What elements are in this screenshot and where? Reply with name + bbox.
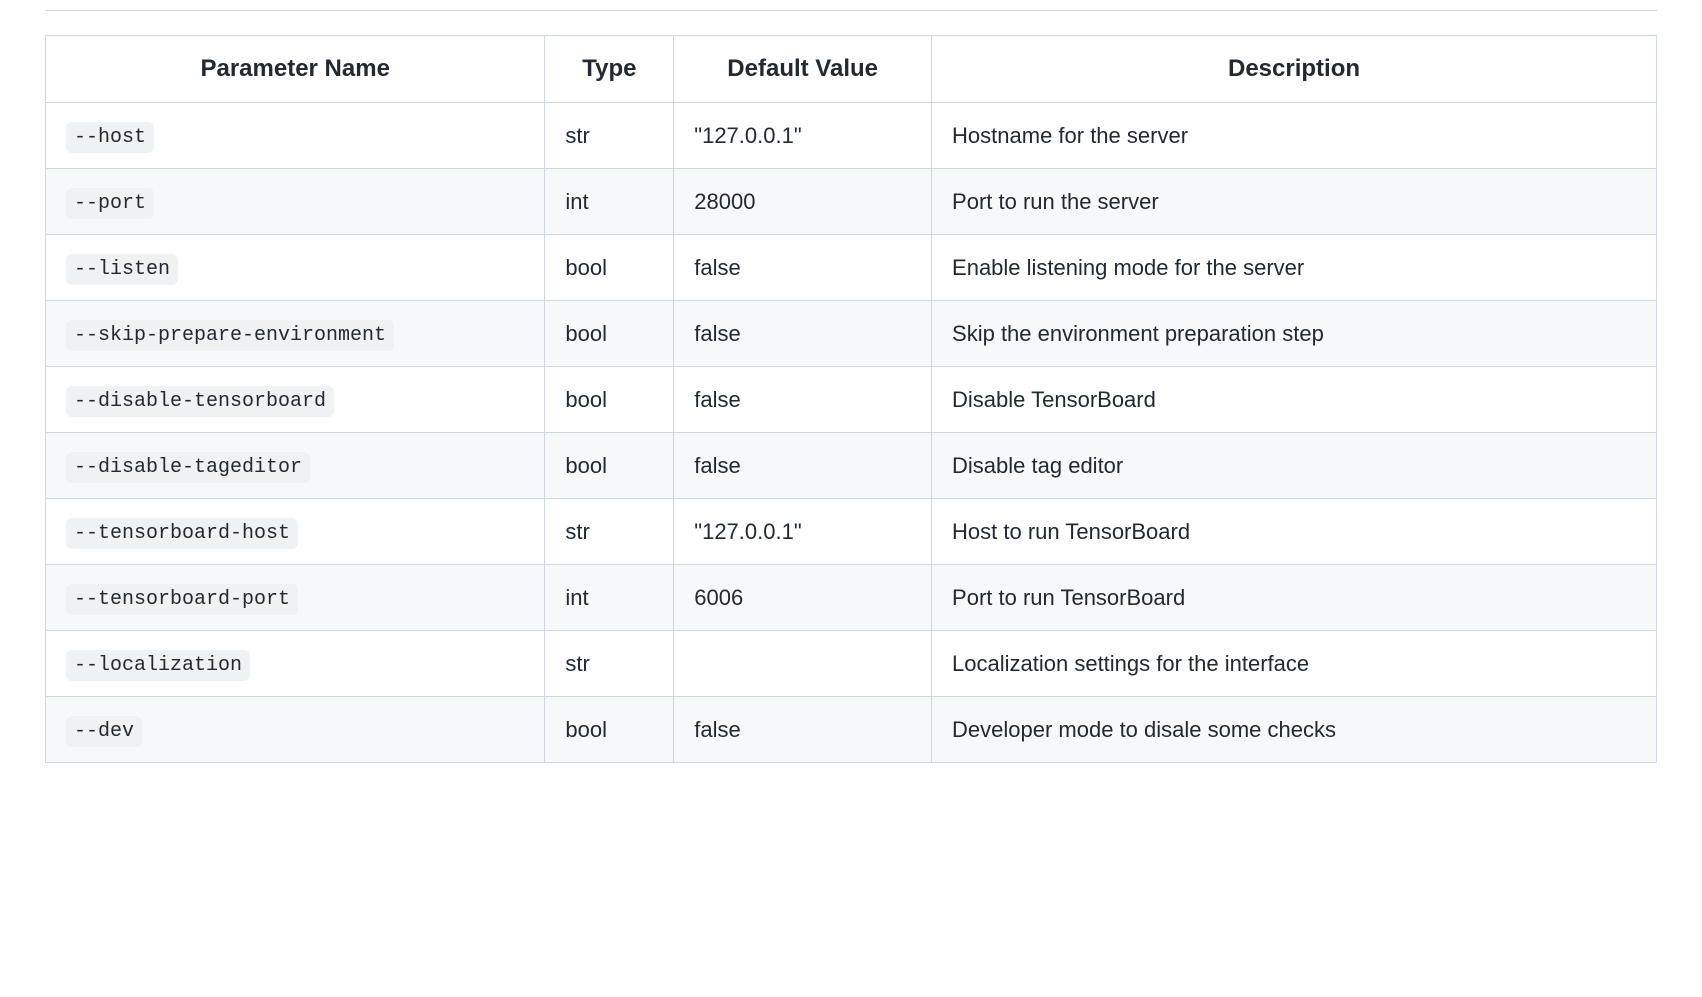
cell-description: Disable tag editor: [932, 433, 1657, 499]
cell-type: bool: [545, 235, 674, 301]
cell-default-value: false: [674, 433, 932, 499]
table-row: --port int28000Port to run the server: [46, 169, 1657, 235]
cell-parameter-name: --host: [46, 103, 545, 169]
cell-parameter-name: --skip-prepare-environment: [46, 301, 545, 367]
cell-type: bool: [545, 367, 674, 433]
cell-parameter-name: --port: [46, 169, 545, 235]
parameter-code: --listen: [66, 254, 178, 285]
parameter-code: --host: [66, 122, 154, 153]
cell-description: Localization settings for the interface: [932, 631, 1657, 697]
parameters-table: Parameter Name Type Default Value Descri…: [45, 35, 1657, 763]
cell-type: int: [545, 565, 674, 631]
cell-description: Skip the environment preparation step: [932, 301, 1657, 367]
table-row: --dev boolfalseDeveloper mode to disale s…: [46, 697, 1657, 763]
header-type: Type: [545, 36, 674, 103]
cell-parameter-name: --disable-tensorboard: [46, 367, 545, 433]
cell-type: int: [545, 169, 674, 235]
cell-default-value: 6006: [674, 565, 932, 631]
cell-default-value: false: [674, 235, 932, 301]
cell-parameter-name: --disable-tageditor: [46, 433, 545, 499]
header-parameter-name: Parameter Name: [46, 36, 545, 103]
table-row: --disable-tageditor boolfalseDisable tag …: [46, 433, 1657, 499]
horizontal-rule: [45, 10, 1657, 11]
header-default-value: Default Value: [674, 36, 932, 103]
parameter-code: --localization: [66, 650, 250, 681]
cell-type: str: [545, 631, 674, 697]
cell-description: Disable TensorBoard: [932, 367, 1657, 433]
cell-default-value: false: [674, 367, 932, 433]
cell-default-value: 28000: [674, 169, 932, 235]
cell-description: Enable listening mode for the server: [932, 235, 1657, 301]
cell-type: bool: [545, 301, 674, 367]
cell-default-value: false: [674, 697, 932, 763]
cell-default-value: false: [674, 301, 932, 367]
cell-type: str: [545, 499, 674, 565]
cell-parameter-name: --tensorboard-host: [46, 499, 545, 565]
table-row: --disable-tensorboard boolfalseDisable Te…: [46, 367, 1657, 433]
parameter-code: --disable-tensorboard: [66, 386, 334, 417]
cell-parameter-name: --tensorboard-port: [46, 565, 545, 631]
table-row: --tensorboard-host str"127.0.0.1"Host to …: [46, 499, 1657, 565]
cell-description: Host to run TensorBoard: [932, 499, 1657, 565]
cell-description: Port to run the server: [932, 169, 1657, 235]
header-description: Description: [932, 36, 1657, 103]
cell-type: bool: [545, 433, 674, 499]
table-row: --host str"127.0.0.1"Hostname for the ser…: [46, 103, 1657, 169]
table-row: --skip-prepare-environment boolfalseSkip …: [46, 301, 1657, 367]
cell-description: Port to run TensorBoard: [932, 565, 1657, 631]
cell-description: Developer mode to disale some checks: [932, 697, 1657, 763]
cell-default-value: [674, 631, 932, 697]
parameter-code: --dev: [66, 716, 142, 747]
parameter-code: --disable-tageditor: [66, 452, 310, 483]
cell-parameter-name: --listen: [46, 235, 545, 301]
cell-default-value: "127.0.0.1": [674, 103, 932, 169]
cell-default-value: "127.0.0.1": [674, 499, 932, 565]
cell-parameter-name: --localization: [46, 631, 545, 697]
cell-type: bool: [545, 697, 674, 763]
table-row: --listen boolfalseEnable listening mode f…: [46, 235, 1657, 301]
parameter-code: --tensorboard-port: [66, 584, 298, 615]
parameter-code: --skip-prepare-environment: [66, 320, 394, 351]
parameter-code: --tensorboard-host: [66, 518, 298, 549]
cell-type: str: [545, 103, 674, 169]
table-row: --localization str Localization settings f…: [46, 631, 1657, 697]
parameter-code: --port: [66, 188, 154, 219]
cell-description: Hostname for the server: [932, 103, 1657, 169]
table-row: --tensorboard-port int6006Port to run Ten…: [46, 565, 1657, 631]
table-header-row: Parameter Name Type Default Value Descri…: [46, 36, 1657, 103]
cell-parameter-name: --dev: [46, 697, 545, 763]
